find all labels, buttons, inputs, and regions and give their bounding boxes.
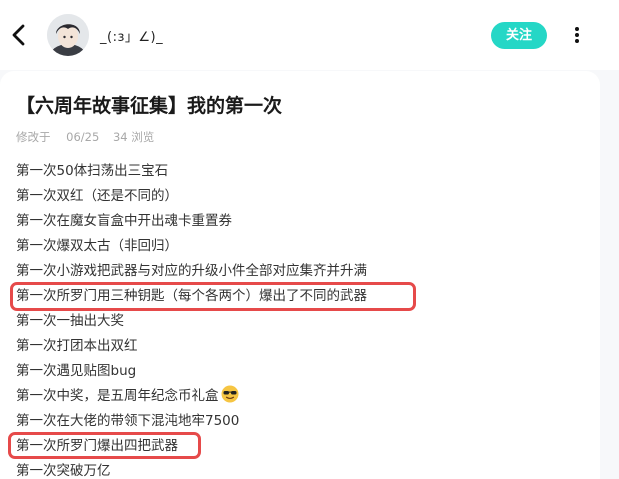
back-button[interactable] (8, 22, 30, 48)
list-item: 第一次爆双太古（非回归） (16, 238, 178, 254)
post-page: _(:з」∠)_ 关注 【六周年故事征集】我的第一次 修改于 06/25 34 … (0, 0, 619, 479)
list-item: 第一次双红（还是不同的） (16, 188, 178, 204)
avatar[interactable] (47, 14, 89, 56)
list-item: 第一次50体扫荡出三宝石 (16, 163, 169, 179)
more-options-button[interactable] (567, 24, 587, 46)
list-item: 第一次一抽出大奖 (16, 313, 124, 329)
username[interactable]: _(:з」∠)_ (100, 26, 163, 45)
post-meta: 修改于 06/25 34 浏览 (16, 129, 166, 145)
modified-date: 06/25 (66, 130, 100, 144)
chevron-left-icon (12, 24, 25, 46)
view-count: 34 浏览 (112, 130, 155, 144)
highlight-box (8, 432, 201, 459)
list-item-text: 第一次中奖，是五周年纪念币礼盒 (16, 388, 219, 404)
vertical-dots-icon (575, 27, 579, 43)
follow-button[interactable]: 关注 (491, 22, 547, 49)
list-item: 第一次突破万亿 (16, 463, 111, 479)
list-item: 第一次遇见贴图bug (16, 363, 137, 379)
top-bar: _(:з」∠)_ 关注 (0, 0, 619, 70)
modified-label: 修改于 (16, 130, 51, 144)
highlight-box (10, 282, 416, 311)
list-item-with-emoji: 第一次中奖，是五周年纪念币礼盒 (16, 385, 367, 410)
post-title: 【六周年故事征集】我的第一次 (16, 95, 283, 117)
list-item: 第一次打团本出双红 (16, 338, 138, 354)
list-item: 第一次在魔女盲盒中开出魂卡重置券 (16, 213, 232, 229)
sunglasses-emoji-icon (221, 385, 239, 403)
avatar-image (47, 14, 89, 56)
